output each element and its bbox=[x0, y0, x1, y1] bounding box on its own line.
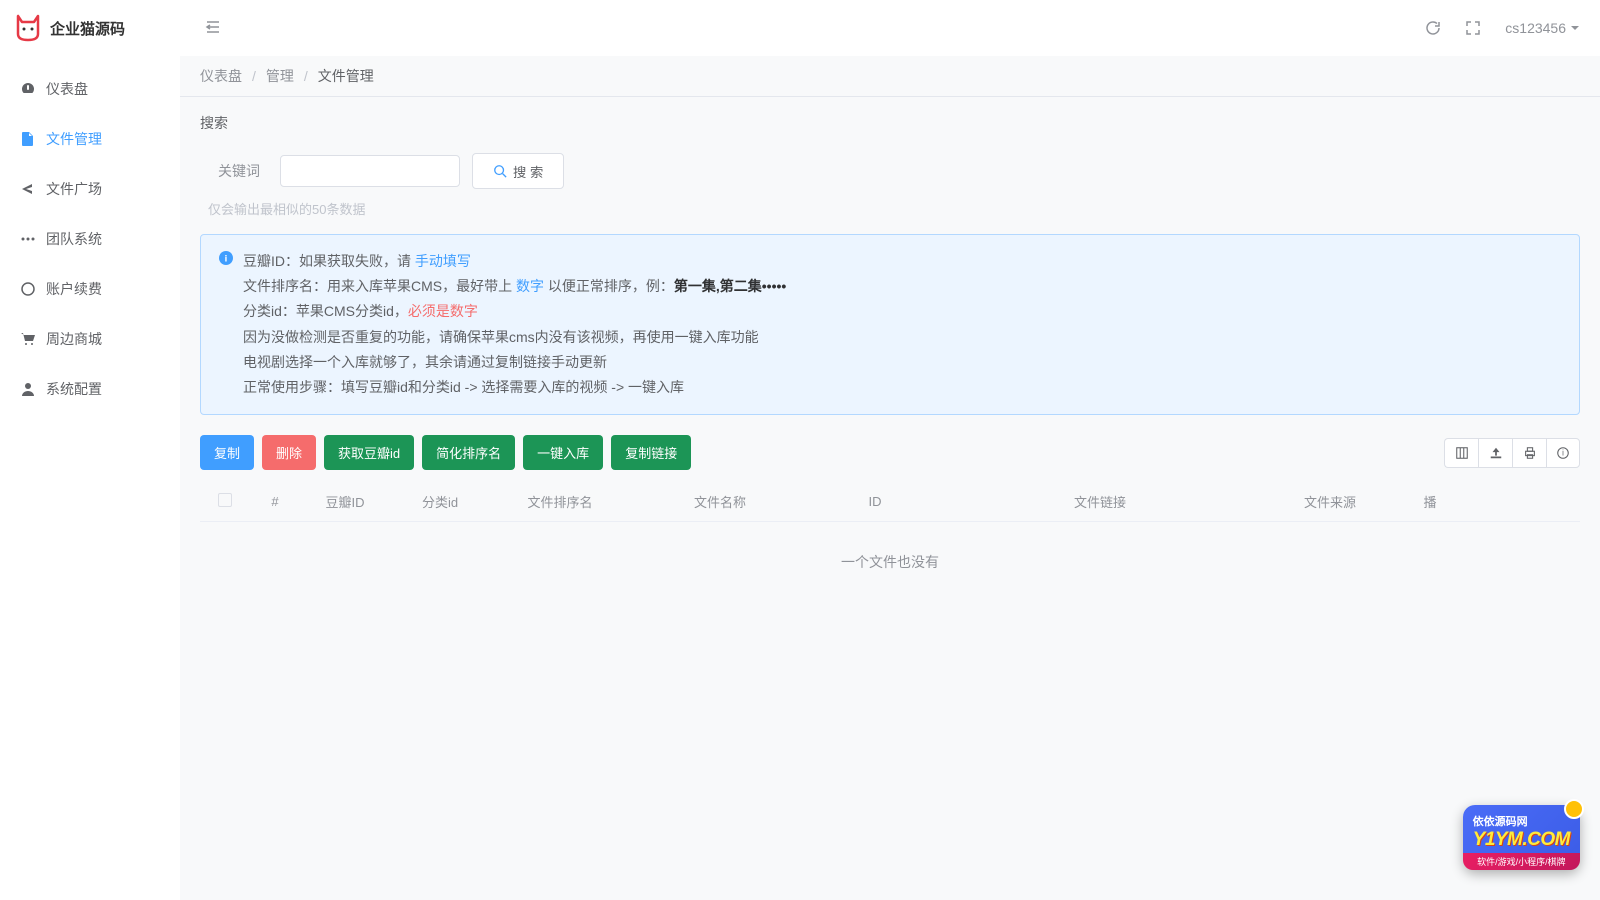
th-play: 播 bbox=[1400, 492, 1460, 511]
svg-text:i: i bbox=[225, 254, 228, 265]
keyword-label: 关键词 bbox=[200, 161, 260, 181]
sidebar-item-file-manage[interactable]: 文件管理 bbox=[0, 114, 180, 164]
user-menu[interactable]: cs123456 bbox=[1505, 20, 1580, 36]
dashboard-icon bbox=[20, 81, 36, 97]
th-douban: 豆瓣ID bbox=[300, 492, 390, 511]
sidebar-item-shop[interactable]: 周边商城 bbox=[0, 314, 180, 364]
username: cs123456 bbox=[1505, 20, 1566, 36]
search-title: 搜索 bbox=[200, 113, 1580, 133]
sidebar-item-label: 文件管理 bbox=[46, 129, 102, 149]
import-button[interactable]: 一键入库 bbox=[523, 435, 603, 470]
th-id: ID bbox=[810, 494, 940, 509]
sidebar-item-label: 团队系统 bbox=[46, 229, 102, 249]
breadcrumb: 仪表盘 / 管理 / 文件管理 bbox=[180, 56, 1600, 97]
sidebar-item-settings[interactable]: 系统配置 bbox=[0, 364, 180, 414]
sidebar-item-dashboard[interactable]: 仪表盘 bbox=[0, 64, 180, 114]
sidebar-item-label: 账户续费 bbox=[46, 279, 102, 299]
simplify-button[interactable]: 简化排序名 bbox=[422, 435, 515, 470]
user-icon bbox=[20, 381, 36, 397]
select-all-checkbox[interactable] bbox=[218, 493, 232, 507]
sidebar-item-account[interactable]: 账户续费 bbox=[0, 264, 180, 314]
copy-link-button[interactable]: 复制链接 bbox=[611, 435, 691, 470]
columns-icon[interactable] bbox=[1444, 438, 1478, 468]
sidebar-item-file-plaza[interactable]: 文件广场 bbox=[0, 164, 180, 214]
table-header: # 豆瓣ID 分类id 文件排序名 文件名称 ID 文件链接 文件来源 播 bbox=[200, 482, 1580, 522]
sidebar-item-label: 系统配置 bbox=[46, 379, 102, 399]
sidebar-item-label: 文件广场 bbox=[46, 179, 102, 199]
th-filename: 文件名称 bbox=[630, 492, 810, 511]
empty-state: 一个文件也没有 bbox=[200, 522, 1580, 602]
th-sortname: 文件排序名 bbox=[490, 492, 630, 511]
sidebar-item-label: 仪表盘 bbox=[46, 79, 88, 99]
toolbar: 复制 删除 获取豆瓣id 简化排序名 一键入库 复制链接 i bbox=[200, 435, 1580, 470]
manual-fill-link[interactable]: 手动填写 bbox=[415, 253, 471, 269]
cart-icon bbox=[20, 331, 36, 347]
breadcrumb-mid[interactable]: 管理 bbox=[266, 66, 294, 86]
delete-button[interactable]: 删除 bbox=[262, 435, 316, 470]
breadcrumb-root[interactable]: 仪表盘 bbox=[200, 66, 242, 86]
th-catid: 分类id bbox=[390, 492, 490, 511]
keyword-input[interactable] bbox=[280, 155, 460, 187]
print-icon[interactable] bbox=[1512, 438, 1546, 468]
th-hash: # bbox=[250, 494, 300, 509]
export-icon[interactable] bbox=[1478, 438, 1512, 468]
logo-text: 企业猫源码 bbox=[50, 18, 125, 39]
file-icon bbox=[20, 131, 36, 147]
svg-text:i: i bbox=[1562, 448, 1564, 457]
reload-icon[interactable] bbox=[1425, 20, 1441, 36]
refresh-icon bbox=[20, 281, 36, 297]
header: cs123456 bbox=[180, 0, 1600, 56]
dots-icon bbox=[20, 231, 36, 247]
info-box: i 豆瓣ID：如果获取失败，请 手动填写 文件排序名：用来入库苹果CMS，最好带… bbox=[200, 234, 1580, 415]
logo[interactable]: 企业猫源码 bbox=[0, 0, 180, 56]
nav-menu: 仪表盘 文件管理 文件广场 团队系统 账户续费 周边商城 bbox=[0, 56, 180, 900]
content: 搜索 关键词 搜 索 仅会输出最相似的50条数据 i 豆瓣ID：如果获取失败，请… bbox=[180, 97, 1600, 900]
breadcrumb-sep: / bbox=[304, 68, 308, 84]
search-row: 关键词 搜 索 bbox=[200, 153, 1580, 189]
search-button[interactable]: 搜 索 bbox=[472, 153, 564, 189]
sidebar: 企业猫源码 仪表盘 文件管理 文件广场 团队系统 账户续费 bbox=[0, 0, 180, 900]
search-hint: 仅会输出最相似的50条数据 bbox=[208, 199, 1580, 218]
logo-icon bbox=[12, 12, 44, 44]
breadcrumb-sep: / bbox=[252, 68, 256, 84]
search-icon bbox=[493, 164, 507, 178]
chevron-down-icon bbox=[1570, 20, 1580, 36]
th-source: 文件来源 bbox=[1260, 492, 1400, 511]
th-link: 文件链接 bbox=[940, 492, 1260, 511]
collapse-icon[interactable] bbox=[200, 14, 226, 43]
copy-button[interactable]: 复制 bbox=[200, 435, 254, 470]
help-icon[interactable]: i bbox=[1546, 438, 1580, 468]
breadcrumb-current: 文件管理 bbox=[318, 66, 374, 86]
get-douban-button[interactable]: 获取豆瓣id bbox=[324, 435, 414, 470]
sidebar-item-label: 周边商城 bbox=[46, 329, 102, 349]
info-content: 豆瓣ID：如果获取失败，请 手动填写 文件排序名：用来入库苹果CMS，最好带上 … bbox=[243, 249, 786, 400]
data-table: # 豆瓣ID 分类id 文件排序名 文件名称 ID 文件链接 文件来源 播 一个… bbox=[200, 482, 1580, 602]
sidebar-item-team[interactable]: 团队系统 bbox=[0, 214, 180, 264]
fullscreen-icon[interactable] bbox=[1465, 20, 1481, 36]
info-icon: i bbox=[219, 251, 233, 400]
share-icon bbox=[20, 181, 36, 197]
